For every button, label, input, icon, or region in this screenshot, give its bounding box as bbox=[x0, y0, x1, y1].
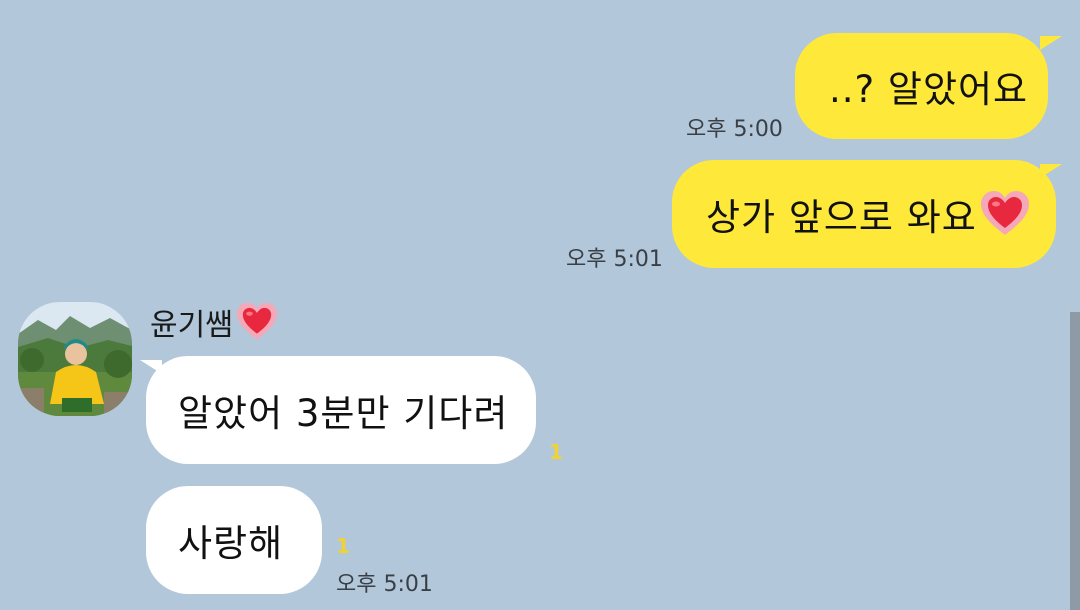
avatar[interactable] bbox=[18, 302, 132, 416]
message-text: 상가 앞으로 와요 bbox=[706, 196, 977, 239]
heart-emoji-icon bbox=[236, 302, 277, 340]
unread-count: 1 bbox=[336, 534, 350, 558]
message-text: 사랑해 bbox=[178, 522, 284, 565]
message-timestamp: 오후 5:00 bbox=[686, 117, 783, 142]
bubble-tail bbox=[1040, 36, 1062, 50]
message-bubble-outgoing[interactable]: ..? 알았어요 bbox=[795, 33, 1048, 139]
message-text: 알았어 3분만 기다려 bbox=[178, 392, 509, 435]
message-timestamp: 오후 5:01 bbox=[336, 572, 433, 597]
message-text: ..? 알았어요 bbox=[829, 68, 1029, 111]
profile-photo bbox=[18, 302, 132, 416]
sender-name: 윤기쌤 bbox=[150, 300, 279, 344]
scrollbar[interactable] bbox=[1070, 312, 1080, 610]
unread-count: 1 bbox=[549, 440, 563, 464]
message-bubble-incoming[interactable]: 사랑해 bbox=[146, 486, 322, 594]
message-bubble-outgoing[interactable]: 상가 앞으로 와요 bbox=[672, 160, 1056, 268]
sender-name-text: 윤기쌤 bbox=[150, 308, 233, 343]
heart-emoji-icon bbox=[980, 191, 1029, 235]
bubble-tail bbox=[1040, 164, 1062, 178]
message-timestamp: 오후 5:01 bbox=[566, 247, 663, 272]
message-bubble-incoming[interactable]: 알았어 3분만 기다려 bbox=[146, 356, 536, 464]
